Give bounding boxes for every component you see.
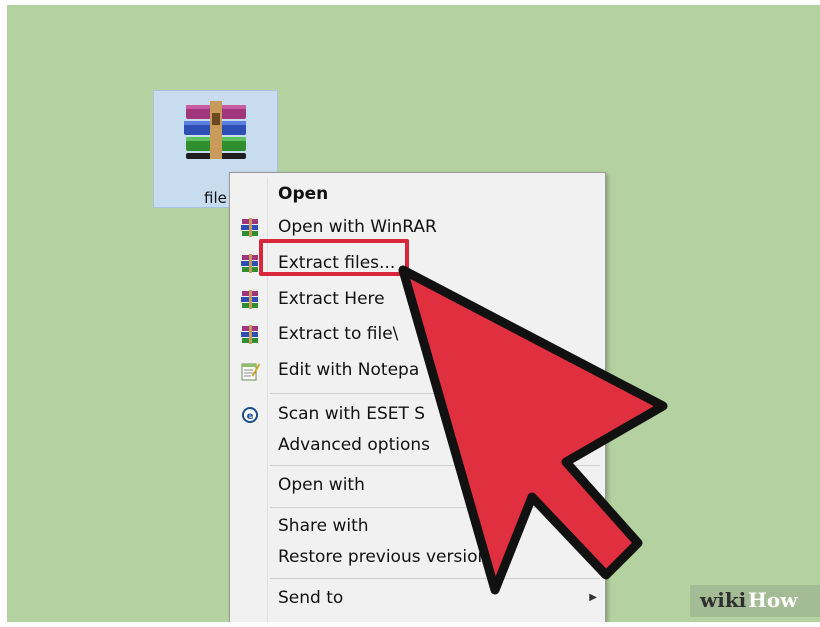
menu-item-edit-with-notepad[interactable]: Edit with Notepa: [230, 356, 605, 386]
menu-item-label: Advanced options: [278, 435, 430, 455]
menu-item-label: Extract Here: [278, 289, 385, 309]
winrar-archive-icon: [184, 101, 246, 159]
brand-watermark: wiki How: [690, 585, 820, 617]
menu-item-share-with[interactable]: Share with: [230, 512, 605, 542]
menu-item-open-with[interactable]: Open with: [230, 471, 605, 501]
menu-item-label: Open with: [278, 475, 365, 495]
file-label: file: [204, 189, 227, 207]
menu-item-label: Extract to file\: [278, 324, 399, 344]
winrar-icon: [241, 218, 258, 237]
menu-item-label: Send to: [278, 588, 344, 608]
highlight-box: [259, 239, 409, 276]
menu-item-label: Edit with Notepa: [278, 360, 420, 380]
menu-item-send-to[interactable]: Send to ▶: [230, 584, 605, 614]
menu-item-label: Share with: [278, 516, 369, 536]
menu-item-label: Open with WinRAR: [278, 217, 437, 237]
menu-item-open[interactable]: Open: [230, 180, 605, 210]
submenu-arrow-icon: ▶: [589, 439, 597, 450]
svg-text:e: e: [247, 411, 254, 422]
desktop: file Open Open with WinRAR Extract files…: [7, 5, 820, 622]
menu-item-label: Open: [278, 184, 329, 204]
brand-part1: wiki: [700, 588, 747, 612]
menu-separator: [270, 465, 600, 466]
submenu-arrow-icon: ▶: [589, 592, 597, 603]
menu-item-restore-previous-versions[interactable]: Restore previous versions: [230, 543, 605, 573]
menu-item-advanced-options[interactable]: Advanced options ▶: [230, 431, 605, 461]
menu-separator: [270, 393, 600, 394]
winrar-icon: [241, 290, 258, 309]
menu-item-extract-to-folder[interactable]: Extract to file\: [230, 320, 605, 350]
eset-icon: e: [242, 407, 258, 423]
menu-separator: [270, 507, 600, 508]
menu-item-scan-eset[interactable]: e Scan with ESET S: [230, 400, 605, 430]
notepad-icon: [241, 363, 260, 381]
brand-part2: How: [748, 588, 798, 612]
menu-separator: [270, 578, 600, 579]
menu-item-label: Scan with ESET S: [278, 404, 426, 424]
menu-item-label: Restore previous versions: [278, 547, 498, 567]
winrar-icon: [241, 325, 258, 344]
menu-item-extract-here[interactable]: Extract Here: [230, 285, 605, 315]
winrar-icon: [241, 254, 258, 273]
